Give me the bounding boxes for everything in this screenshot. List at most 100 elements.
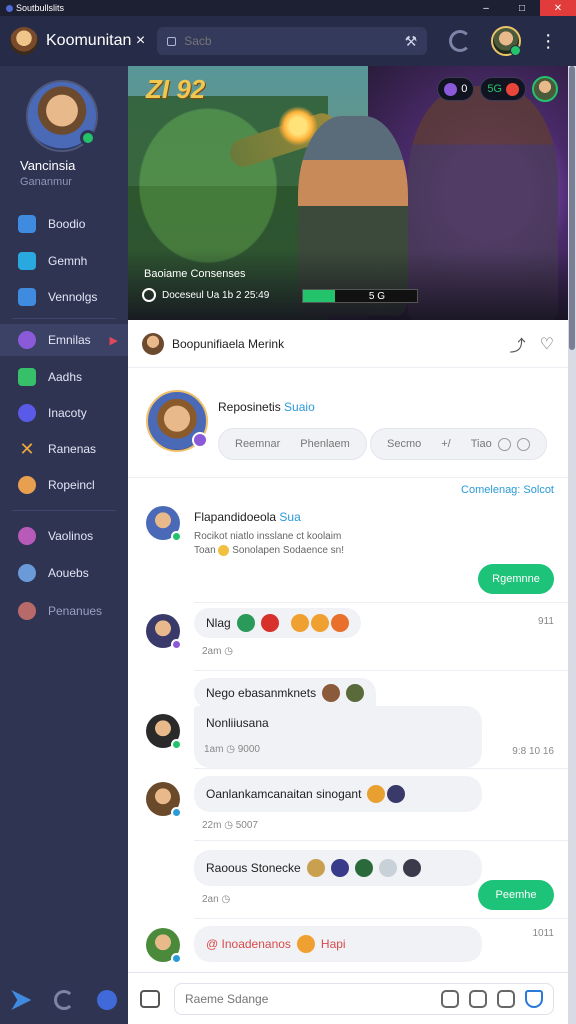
message-bubble[interactable]: Oanlankamcanaitan sinogant bbox=[194, 776, 482, 812]
kebab-menu-icon[interactable]: ⋮ bbox=[539, 32, 557, 50]
emoji-icon bbox=[260, 614, 279, 632]
message-right-time: 9:8 10 16 bbox=[512, 746, 554, 757]
message-time-text: 1am bbox=[204, 744, 224, 755]
featured-name-text: Reposinetis bbox=[218, 400, 281, 414]
online-status-icon bbox=[171, 531, 182, 542]
sidebar-item-label: Inacoty bbox=[48, 406, 87, 420]
chip-label: Phenlaem bbox=[300, 438, 350, 450]
refresh-icon[interactable] bbox=[449, 30, 472, 52]
emoji-icon bbox=[306, 859, 325, 877]
chip-label: +/ bbox=[441, 438, 451, 450]
user-avatar[interactable] bbox=[491, 26, 522, 56]
profile-avatar[interactable] bbox=[26, 80, 98, 152]
sidebar-item-penanues[interactable]: Penanues bbox=[0, 595, 128, 627]
message-bubble[interactable]: Nonliiusana bbox=[194, 706, 482, 768]
emoji-icon[interactable] bbox=[497, 989, 515, 1008]
minimize-button[interactable]: – bbox=[468, 0, 504, 16]
sidebar-item-aouebs[interactable]: Aouebs bbox=[0, 557, 128, 589]
hero-caption-sub-text: Doceseul Ua 1b 2 25:49 bbox=[162, 289, 270, 301]
reply-button[interactable]: Peemhe bbox=[478, 880, 554, 910]
timer-icon[interactable] bbox=[441, 989, 459, 1008]
hero-pill-text: 5G bbox=[487, 83, 502, 95]
sidebar-item-label: Emnilas bbox=[48, 333, 91, 347]
sidebar-item-boodio[interactable]: Boodio bbox=[0, 208, 128, 240]
refresh-icon[interactable] bbox=[53, 990, 74, 1010]
featured-chip-left[interactable]: Reemnar Phenlaem bbox=[218, 428, 367, 460]
hero-pill[interactable]: 5G bbox=[480, 77, 526, 101]
maximize-button[interactable]: □ bbox=[504, 0, 540, 16]
timer-icon bbox=[142, 288, 156, 302]
shield-icon[interactable] bbox=[525, 989, 543, 1008]
scrollbar-thumb[interactable] bbox=[569, 66, 575, 350]
chat-header: Boopunifiaela Merink ⤴ ♡ bbox=[128, 320, 568, 368]
chip-label: Reemnar bbox=[235, 438, 281, 450]
favorite-icon[interactable]: ♡ bbox=[540, 334, 554, 354]
message-bubble[interactable]: Nlag bbox=[194, 608, 361, 638]
page-scrollbar[interactable] bbox=[568, 66, 576, 1024]
message-input-field[interactable] bbox=[174, 982, 554, 1015]
message-bubble[interactable]: @ Inoadenanos Hapi bbox=[194, 926, 482, 962]
member-avatar[interactable] bbox=[146, 782, 182, 818]
emoji-icon bbox=[387, 785, 406, 803]
window-titlebar: Soutbullslits – □ ✕ bbox=[0, 0, 576, 16]
brand-title[interactable]: Koomunitan × bbox=[46, 32, 145, 50]
channel-avatar[interactable] bbox=[142, 332, 164, 355]
featured-chip-right[interactable]: Secmo +/ Tiao bbox=[370, 428, 547, 460]
member-name-text: Flapandidoeola bbox=[194, 510, 277, 524]
hero-caption-title: Baoiame Consenses bbox=[144, 268, 246, 280]
hero-progress-fill bbox=[303, 290, 335, 302]
hero-caption-sub: Doceseul Ua 1b 2 25:49 bbox=[142, 288, 269, 302]
message-time: 22m ◷ 5007 bbox=[202, 820, 258, 831]
search-bar[interactable]: ⚒ bbox=[157, 27, 428, 55]
share-icon[interactable]: ⤴ bbox=[510, 332, 526, 356]
sidebar-item-vaolinos[interactable]: Vaolinos bbox=[0, 520, 128, 552]
message-input[interactable] bbox=[185, 991, 431, 1006]
member-avatar[interactable] bbox=[146, 506, 182, 542]
sidebar-item-gemnh[interactable]: Gemnh bbox=[0, 245, 128, 277]
message-time-extra: 5007 bbox=[235, 820, 258, 831]
featured-tag: Suaio bbox=[284, 400, 315, 414]
member-avatar[interactable] bbox=[146, 614, 182, 650]
camera-icon[interactable] bbox=[140, 989, 160, 1008]
hero-pill[interactable]: 0 bbox=[437, 77, 475, 101]
sidebar-item-ropeincl[interactable]: Ropeincl bbox=[0, 469, 128, 501]
message-composer bbox=[128, 972, 568, 1024]
member-avatar[interactable] bbox=[146, 714, 182, 750]
hero-pills: 0 5G bbox=[437, 76, 558, 102]
message-bubble[interactable]: Raoous Stonecke bbox=[194, 850, 482, 886]
emoji-icon bbox=[346, 684, 365, 702]
message-time: 2am ◷ bbox=[202, 646, 233, 657]
sidebar-divider bbox=[12, 510, 116, 511]
send-icon[interactable] bbox=[11, 990, 32, 1010]
hero-player-avatar[interactable] bbox=[532, 76, 558, 102]
message-line-text: Sonolapen Sodaence sn! bbox=[232, 545, 345, 556]
sidebar-item-label: Vaolinos bbox=[48, 529, 94, 543]
featured-avatar[interactable] bbox=[146, 390, 208, 452]
message-text: @ Inoadenanos bbox=[206, 937, 291, 951]
filter-link[interactable]: Comelenag: Solcot bbox=[461, 484, 554, 496]
gamepad-icon[interactable] bbox=[96, 990, 117, 1010]
sidebar-item-aadhs[interactable]: Aadhs bbox=[0, 361, 128, 393]
sidebar-item-vennolgs[interactable]: Vennolgs bbox=[0, 281, 128, 313]
sidebar-item-ranenas[interactable]: ✕ Ranenas bbox=[0, 433, 128, 465]
member-avatar[interactable] bbox=[146, 928, 182, 964]
hero-score: ZI 92 bbox=[146, 74, 206, 104]
message-line-text: Toan bbox=[194, 545, 216, 556]
reply-button[interactable]: Rgemnne bbox=[478, 564, 554, 594]
sidebar-item-emnilas[interactable]: Emnilas ▶ bbox=[0, 324, 128, 356]
message-bubble[interactable]: Nego ebasanmknets bbox=[194, 678, 377, 708]
lock-icon bbox=[167, 36, 177, 46]
message-item: Nlag 2am ◷ 911 bbox=[128, 608, 568, 668]
chip-label: Secmo bbox=[387, 438, 422, 450]
sticker-icon[interactable] bbox=[469, 989, 487, 1008]
sidebar-item-label: Penanues bbox=[48, 604, 103, 618]
close-button[interactable]: ✕ bbox=[540, 0, 576, 16]
brand-logo[interactable] bbox=[10, 27, 38, 55]
sidebar-item-label: Ropeincl bbox=[48, 478, 95, 492]
tool-icon[interactable]: ⚒ bbox=[405, 33, 418, 50]
hero-banner[interactable]: ZI 92 0 5G Baoiame Consenses Doceseul Ua… bbox=[128, 66, 568, 320]
search-input[interactable] bbox=[184, 34, 385, 48]
message-time: 1am ◷ 9000 bbox=[204, 744, 260, 755]
sidebar-item-inacoty[interactable]: Inacoty bbox=[0, 397, 128, 429]
shield-icon bbox=[516, 437, 530, 451]
